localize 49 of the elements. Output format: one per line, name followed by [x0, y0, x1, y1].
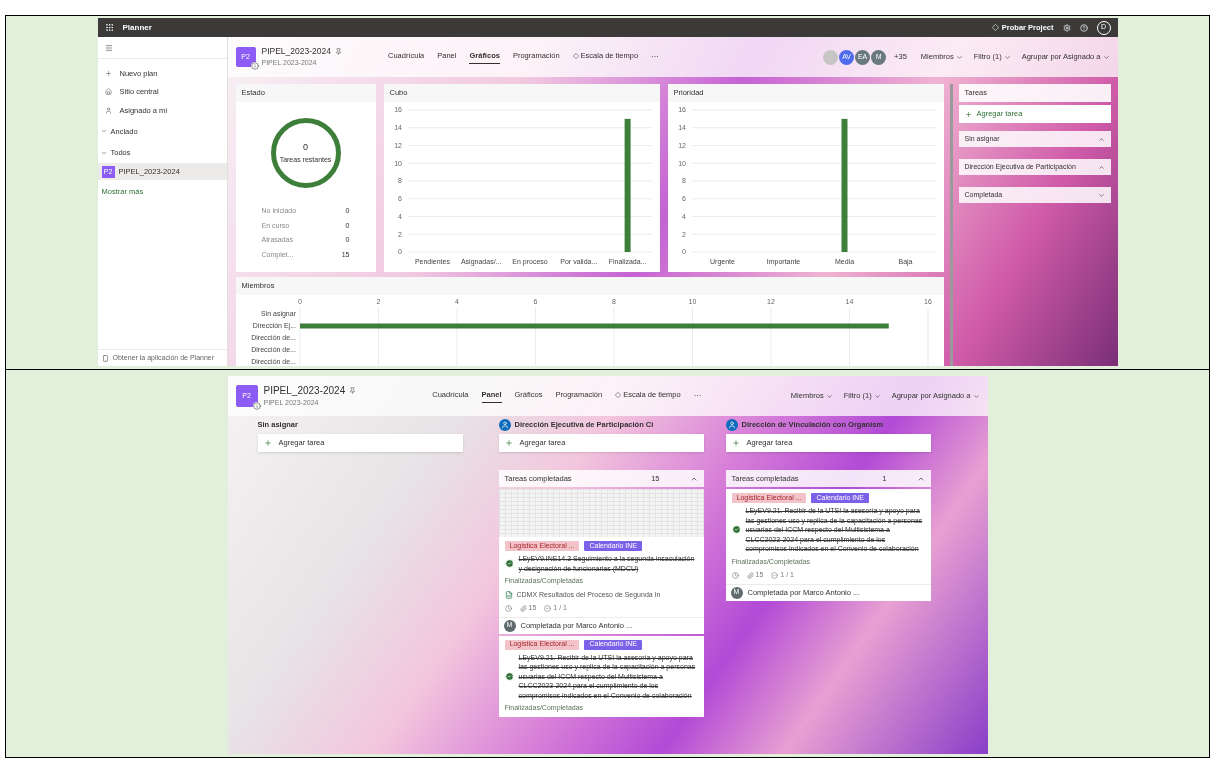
- chevron-down-icon: [955, 53, 963, 61]
- phone-icon: [101, 354, 109, 362]
- help-icon[interactable]: [1079, 23, 1088, 32]
- info-icon: [250, 62, 259, 70]
- chevron-down-icon: [873, 392, 881, 400]
- chevron-up-icon: [1097, 163, 1105, 171]
- plus-icon: [964, 110, 972, 118]
- diamond-icon: [615, 392, 622, 398]
- avatar: [823, 49, 839, 65]
- checklist-icon: [771, 571, 779, 579]
- clock-icon: [731, 571, 739, 579]
- plan-title: PIPEL_2023-2024: [263, 384, 346, 399]
- completed-check-icon[interactable]: [504, 671, 514, 681]
- task-card[interactable]: [498, 635, 704, 717]
- chevron-down-icon: [1003, 53, 1011, 61]
- chevron-down-icon: [972, 392, 980, 400]
- chevron-down-icon: [100, 128, 107, 135]
- person-icon: [104, 106, 112, 114]
- spreadsheet-icon: [504, 590, 513, 599]
- completed-check-icon[interactable]: [504, 559, 514, 568]
- chevron-down-icon: [1097, 191, 1105, 199]
- chevron-down-icon: [1102, 53, 1110, 61]
- person-avatar: [498, 419, 511, 431]
- clock-icon: [504, 604, 512, 612]
- paperclip-icon: [746, 571, 754, 579]
- app-title: Planner: [122, 21, 152, 34]
- completed-check-icon[interactable]: [731, 525, 741, 535]
- menu-icon[interactable]: [104, 43, 113, 52]
- chevron-up-icon: [1097, 135, 1105, 143]
- diamond-icon: [572, 53, 579, 59]
- plan-title: PIPEL_2023-2024: [261, 45, 331, 59]
- app-launcher-icon[interactable]: [104, 23, 114, 32]
- plus-icon: [104, 70, 112, 78]
- pin-icon[interactable]: [335, 48, 342, 56]
- plus-icon: [263, 439, 272, 447]
- chevron-down-icon: [100, 149, 107, 156]
- home-icon: [104, 88, 112, 96]
- plus-icon: [731, 439, 740, 447]
- info-icon: [252, 402, 261, 410]
- paperclip-icon: [519, 604, 527, 612]
- remaining-count: 0: [303, 141, 308, 154]
- plus-icon: [504, 439, 513, 447]
- pin-icon[interactable]: [349, 387, 357, 395]
- person-avatar: [725, 419, 738, 431]
- checklist-icon: [544, 604, 552, 612]
- task-card[interactable]: [725, 489, 931, 601]
- diamond-icon: [991, 24, 999, 31]
- settings-icon[interactable]: [1062, 23, 1071, 32]
- chevron-down-icon: [825, 392, 833, 400]
